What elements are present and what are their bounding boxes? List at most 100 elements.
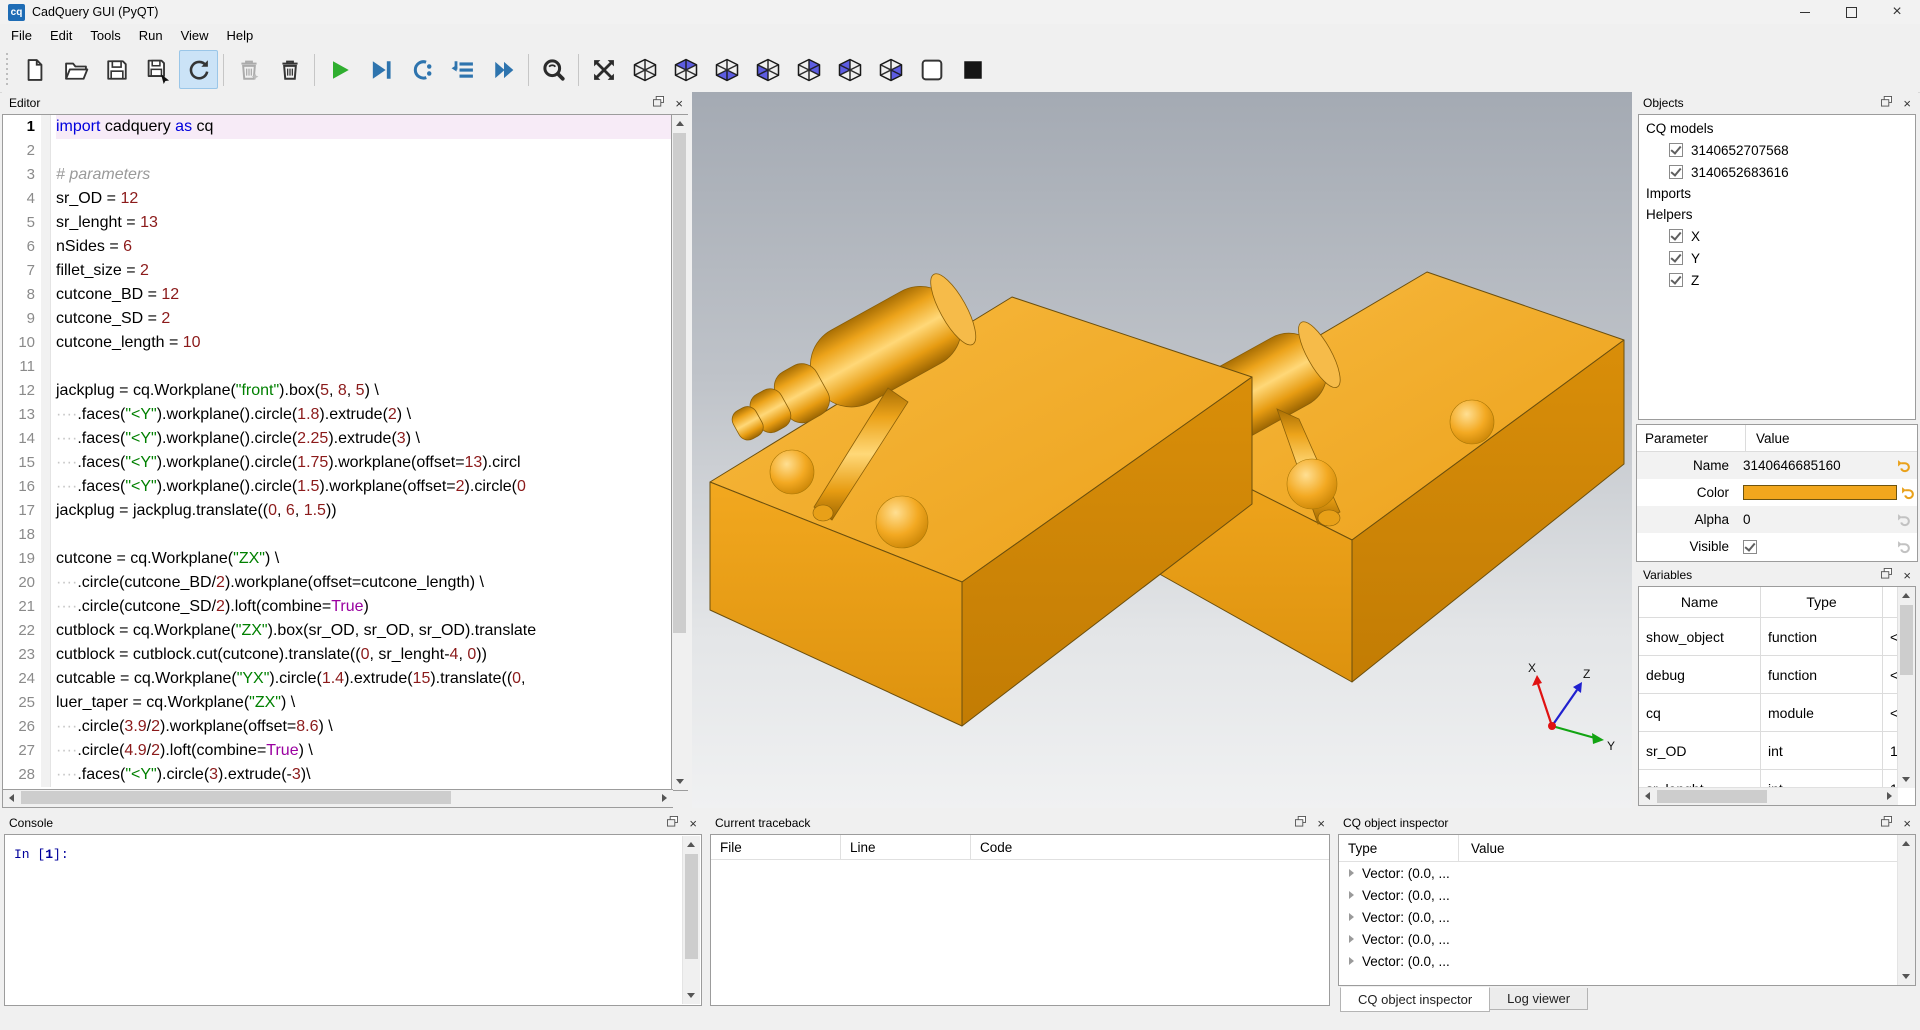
variables-horizontal-scrollbar[interactable] bbox=[1639, 787, 1898, 805]
expand-chevron-icon[interactable] bbox=[1349, 869, 1354, 877]
menu-run[interactable]: Run bbox=[130, 26, 172, 45]
toggle-black-square-button[interactable] bbox=[953, 50, 992, 89]
viewport-right-splitter[interactable] bbox=[1632, 92, 1636, 810]
code-line[interactable]: 4sr_OD = 12 bbox=[3, 187, 673, 211]
code-editor[interactable]: 1import cadquery as cq23# parameters4sr_… bbox=[2, 114, 673, 791]
inspector-row[interactable]: Vector: (0.0, ... bbox=[1339, 862, 1915, 884]
tree-item-z[interactable]: Z bbox=[1639, 269, 1915, 291]
inspector-float-button[interactable] bbox=[1881, 816, 1892, 830]
code-line[interactable]: 18 bbox=[3, 523, 673, 547]
variable-row-sr_OD[interactable]: sr_ODint12 bbox=[1639, 732, 1898, 770]
tab-log-viewer[interactable]: Log viewer bbox=[1490, 988, 1588, 1010]
expand-chevron-icon[interactable] bbox=[1349, 957, 1354, 965]
code-line[interactable]: 15····.faces("<Y").workplane().circle(1.… bbox=[3, 451, 673, 475]
debug-step-in-button[interactable] bbox=[443, 50, 482, 89]
debug-step-button[interactable] bbox=[402, 50, 441, 89]
editor-float-button[interactable] bbox=[653, 96, 664, 110]
variable-row-debug[interactable]: debugfunction<f bbox=[1639, 656, 1898, 694]
menu-edit[interactable]: Edit bbox=[41, 26, 81, 45]
code-line[interactable]: 11 bbox=[3, 355, 673, 379]
visible-checkbox[interactable] bbox=[1743, 540, 1757, 554]
expand-chevron-icon[interactable] bbox=[1349, 913, 1354, 921]
code-line[interactable]: 23cutblock = cutblock.cut(cutcone).trans… bbox=[3, 643, 673, 667]
code-line[interactable]: 25luer_taper = cq.Workplane("ZX") \ bbox=[3, 691, 673, 715]
expand-chevron-icon[interactable] bbox=[1349, 891, 1354, 899]
inspector-row[interactable]: Vector: (0.0, ... bbox=[1339, 928, 1915, 950]
parameter-value[interactable]: 3140646685160 bbox=[1743, 458, 1889, 473]
new-script-button[interactable] bbox=[15, 50, 54, 89]
reset-visible-button[interactable] bbox=[1889, 539, 1917, 554]
menu-file[interactable]: File bbox=[2, 26, 41, 45]
tree-item-x[interactable]: X bbox=[1639, 225, 1915, 247]
inspector-row[interactable]: Vector: (0.0, ... bbox=[1339, 950, 1915, 972]
visibility-checkbox[interactable] bbox=[1669, 273, 1683, 287]
variables-vertical-scrollbar[interactable] bbox=[1897, 587, 1915, 788]
code-line[interactable]: 21····.circle(cutcone_SD/2).loft(combine… bbox=[3, 595, 673, 619]
code-line[interactable]: 20····.circle(cutcone_BD/2).workplane(of… bbox=[3, 571, 673, 595]
traceback-float-button[interactable] bbox=[1295, 816, 1306, 830]
code-line[interactable]: 3# parameters bbox=[3, 163, 673, 187]
view-right-button[interactable] bbox=[871, 50, 910, 89]
code-line[interactable]: 2 bbox=[3, 139, 673, 163]
parameter-row-alpha[interactable]: Alpha0 bbox=[1637, 506, 1917, 533]
close-button[interactable]: × bbox=[1874, 0, 1920, 24]
code-line[interactable]: 1import cadquery as cq bbox=[3, 115, 673, 139]
inspector-close-button[interactable]: × bbox=[1903, 817, 1911, 830]
variable-row-show_object[interactable]: show_objectfunction<f bbox=[1639, 618, 1898, 656]
expand-chevron-icon[interactable] bbox=[1349, 935, 1354, 943]
console-input-area[interactable]: In [1]: bbox=[4, 834, 702, 1006]
code-line[interactable]: 9cutcone_SD = 2 bbox=[3, 307, 673, 331]
menu-help[interactable]: Help bbox=[218, 26, 263, 45]
code-line[interactable]: 17jackplug = jackplug.translate((0, 6, 1… bbox=[3, 499, 673, 523]
debug-continue-button[interactable] bbox=[484, 50, 523, 89]
parameter-row-visible[interactable]: Visible bbox=[1637, 533, 1917, 560]
save-script-as-button[interactable] bbox=[138, 50, 177, 89]
view-front-button[interactable] bbox=[748, 50, 787, 89]
view-left-button[interactable] bbox=[830, 50, 869, 89]
variable-row-sr_lenght[interactable]: sr_lenghtint13 bbox=[1639, 770, 1898, 788]
tree-item-3140652683616[interactable]: 3140652683616 bbox=[1639, 161, 1915, 183]
code-line[interactable]: 7fillet_size = 2 bbox=[3, 259, 673, 283]
visibility-checkbox[interactable] bbox=[1669, 229, 1683, 243]
editor-close-button[interactable]: × bbox=[675, 97, 683, 110]
variables-close-button[interactable]: × bbox=[1903, 569, 1911, 582]
visibility-checkbox[interactable] bbox=[1669, 143, 1683, 157]
color-swatch[interactable] bbox=[1743, 485, 1897, 500]
code-line[interactable]: 26····.circle(3.9/2).workplane(offset=8.… bbox=[3, 715, 673, 739]
delete-objects-button[interactable] bbox=[270, 50, 309, 89]
code-line[interactable]: 14····.faces("<Y").workplane().circle(2.… bbox=[3, 427, 673, 451]
code-line[interactable]: 19cutcone = cq.Workplane("ZX") \ bbox=[3, 547, 673, 571]
objects-float-button[interactable] bbox=[1881, 96, 1892, 110]
tab-cq-object-inspector[interactable]: CQ object inspector bbox=[1340, 987, 1490, 1012]
console-float-button[interactable] bbox=[667, 816, 678, 830]
code-line[interactable]: 24cutcable = cq.Workplane("YX").circle(1… bbox=[3, 667, 673, 691]
toolbar-grip[interactable] bbox=[5, 53, 10, 87]
viewport-3d[interactable]: X Z Y bbox=[692, 92, 1634, 810]
visibility-checkbox[interactable] bbox=[1669, 251, 1683, 265]
code-line[interactable]: 8cutcone_BD = 12 bbox=[3, 283, 673, 307]
variables-float-button[interactable] bbox=[1881, 568, 1892, 582]
inspector-row[interactable]: Vector: (0.0, ... bbox=[1339, 884, 1915, 906]
clear-console-button[interactable] bbox=[229, 50, 268, 89]
view-iso-button[interactable] bbox=[625, 50, 664, 89]
tree-item-3140652707568[interactable]: 3140652707568 bbox=[1639, 139, 1915, 161]
console-close-button[interactable]: × bbox=[689, 817, 697, 830]
tree-group-imports[interactable]: Imports bbox=[1639, 183, 1915, 204]
menu-view[interactable]: View bbox=[172, 26, 218, 45]
inspector-row[interactable]: Vector: (0.0, ... bbox=[1339, 906, 1915, 928]
reset-color-button[interactable] bbox=[1897, 485, 1917, 500]
open-script-button[interactable] bbox=[56, 50, 95, 89]
menu-tools[interactable]: Tools bbox=[81, 26, 129, 45]
view-back-button[interactable] bbox=[789, 50, 828, 89]
main-bottom-splitter[interactable] bbox=[0, 808, 1920, 812]
render-button[interactable] bbox=[320, 50, 359, 89]
maximize-button[interactable] bbox=[1828, 0, 1874, 24]
traceback-close-button[interactable]: × bbox=[1317, 817, 1325, 830]
reload-script-button[interactable] bbox=[179, 50, 218, 89]
toggle-orthographic-button[interactable] bbox=[912, 50, 951, 89]
code-line[interactable]: 16····.faces("<Y").workplane().circle(1.… bbox=[3, 475, 673, 499]
visibility-checkbox[interactable] bbox=[1669, 165, 1683, 179]
code-line[interactable]: 13····.faces("<Y").workplane().circle(1.… bbox=[3, 403, 673, 427]
variable-row-cq[interactable]: cqmodule<m bbox=[1639, 694, 1898, 732]
view-top-button[interactable] bbox=[666, 50, 705, 89]
